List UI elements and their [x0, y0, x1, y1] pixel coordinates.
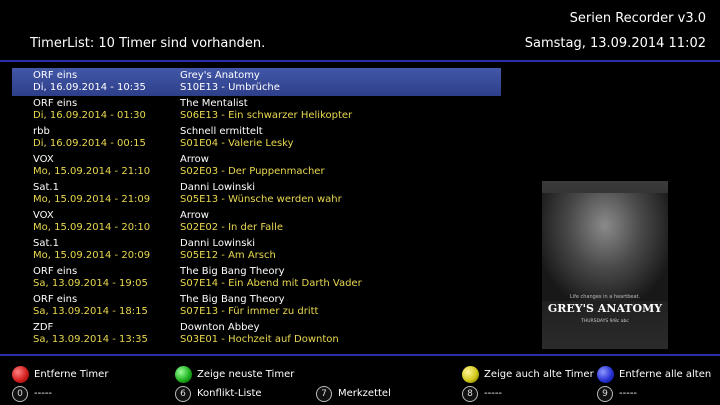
key-0-label[interactable]: ----- — [34, 388, 52, 400]
timer-row[interactable]: Sat.1 Mo, 15.09.2014 - 21:09 Danni Lowin… — [12, 180, 501, 208]
footer-divider — [0, 354, 720, 356]
key-7-icon[interactable]: 7 — [316, 386, 332, 402]
yellow-button-icon[interactable] — [462, 366, 479, 383]
timer-series: Schnell ermittelt — [180, 126, 263, 137]
timer-row[interactable]: ORF eins Di, 16.09.2014 - 01:30 The Ment… — [12, 96, 501, 124]
timer-row[interactable]: rbb Di, 16.09.2014 - 00:15 Schnell ermit… — [12, 124, 501, 152]
timer-channel: ORF eins — [33, 266, 78, 277]
timer-series: Arrow — [180, 210, 209, 221]
timer-series: The Big Bang Theory — [180, 294, 285, 305]
series-poster: Life changes in a heartbeat. GREY'S ANAT… — [542, 181, 668, 349]
timer-series: Danni Lowinski — [180, 238, 256, 249]
timer-episode: S07E13 - Für immer zu dritt — [180, 306, 319, 317]
red-button-label[interactable]: Entferne Timer — [34, 369, 108, 381]
timer-row[interactable]: ORF eins Sa, 13.09.2014 - 18:15 The Big … — [12, 292, 501, 320]
timer-channel: ORF eins — [33, 70, 78, 81]
timer-channel: VOX — [33, 154, 54, 165]
poster-cast-image — [542, 193, 668, 301]
timer-row[interactable]: VOX Mo, 15.09.2014 - 21:10 Arrow S02E03 … — [12, 152, 501, 180]
timer-episode: S02E02 - In der Falle — [180, 222, 284, 233]
key-6-label[interactable]: Konflikt-Liste — [197, 388, 262, 400]
timer-series: Danni Lowinski — [180, 182, 256, 193]
timer-episode: S05E12 - Am Arsch — [180, 250, 276, 261]
timer-datetime: Di, 16.09.2014 - 10:35 — [33, 82, 146, 93]
timer-row[interactable]: ZDF Sa, 13.09.2014 - 13:35 Downton Abbey… — [12, 320, 501, 348]
key-6-icon[interactable]: 6 — [175, 386, 191, 402]
red-button-icon[interactable] — [12, 366, 29, 383]
timer-row[interactable]: Sat.1 Mo, 15.09.2014 - 20:09 Danni Lowin… — [12, 236, 501, 264]
timer-datetime: Sa, 13.09.2014 - 18:15 — [33, 306, 148, 317]
green-button-icon[interactable] — [175, 366, 192, 383]
timer-series: Grey's Anatomy — [180, 70, 260, 81]
timer-datetime: Di, 16.09.2014 - 01:30 — [33, 110, 146, 121]
timer-datetime: Di, 16.09.2014 - 00:15 — [33, 138, 146, 149]
timer-episode: S07E14 - Ein Abend mit Darth Vader — [180, 278, 362, 289]
timer-channel: Sat.1 — [33, 238, 59, 249]
timer-datetime: Mo, 15.09.2014 - 20:10 — [33, 222, 151, 233]
key-9-icon[interactable]: 9 — [597, 386, 613, 402]
timer-series: Arrow — [180, 154, 209, 165]
timer-row-selected[interactable]: ORF eins Di, 16.09.2014 - 10:35 Grey's A… — [12, 68, 501, 96]
key-8-label[interactable]: ----- — [484, 388, 502, 400]
timer-list[interactable]: ORF eins Di, 16.09.2014 - 10:35 Grey's A… — [12, 68, 501, 348]
timer-channel: ZDF — [33, 322, 54, 333]
timer-datetime: Sa, 13.09.2014 - 13:35 — [33, 334, 148, 345]
timer-datetime: Mo, 15.09.2014 - 20:09 — [33, 250, 151, 261]
poster-airdate: THURSDAYS 9/8c abc — [581, 319, 629, 324]
timer-channel: VOX — [33, 210, 54, 221]
timer-channel: ORF eins — [33, 294, 78, 305]
timer-episode: S03E01 - Hochzeit auf Downton — [180, 334, 339, 345]
key-0-icon[interactable]: 0 — [12, 386, 28, 402]
timer-channel: ORF eins — [33, 98, 78, 109]
blue-button-label[interactable]: Entferne alle alten — [619, 369, 711, 381]
header-divider — [0, 60, 720, 62]
page-title: TimerList: 10 Timer sind vorhanden. — [30, 36, 266, 51]
yellow-button-label[interactable]: Zeige auch alte Timer — [484, 369, 594, 381]
key-7-label[interactable]: Merkzettel — [338, 388, 391, 400]
timer-row[interactable]: ORF eins Sa, 13.09.2014 - 19:05 The Big … — [12, 264, 501, 292]
timer-series: The Mentalist — [180, 98, 248, 109]
poster-logo: GREY'S ANATOMY — [547, 302, 663, 315]
timer-episode: S06E13 - Ein schwarzer Helikopter — [180, 110, 353, 121]
timer-row[interactable]: VOX Mo, 15.09.2014 - 20:10 Arrow S02E02 … — [12, 208, 501, 236]
key-9-label[interactable]: ----- — [619, 388, 637, 400]
timer-episode: S10E13 - Umbrüche — [180, 82, 280, 93]
timer-episode: S05E13 - Wünsche werden wahr — [180, 194, 342, 205]
timer-series: The Big Bang Theory — [180, 266, 285, 277]
app-title: Serien Recorder v3.0 — [569, 11, 706, 26]
timer-channel: Sat.1 — [33, 182, 59, 193]
green-button-label[interactable]: Zeige neuste Timer — [197, 369, 294, 381]
poster-tagline: Life changes in a heartbeat. — [569, 294, 641, 300]
key-8-icon[interactable]: 8 — [462, 386, 478, 402]
timer-episode: S01E04 - Valerie Lesky — [180, 138, 294, 149]
blue-button-icon[interactable] — [597, 366, 614, 383]
header-datetime: Samstag, 13.09.2014 11:02 — [524, 36, 706, 51]
timer-datetime: Mo, 15.09.2014 - 21:10 — [33, 166, 151, 177]
timer-series: Downton Abbey — [180, 322, 260, 333]
timer-episode: S02E03 - Der Puppenmacher — [180, 166, 325, 177]
timer-datetime: Sa, 13.09.2014 - 19:05 — [33, 278, 148, 289]
timer-datetime: Mo, 15.09.2014 - 21:09 — [33, 194, 151, 205]
timer-channel: rbb — [33, 126, 50, 137]
